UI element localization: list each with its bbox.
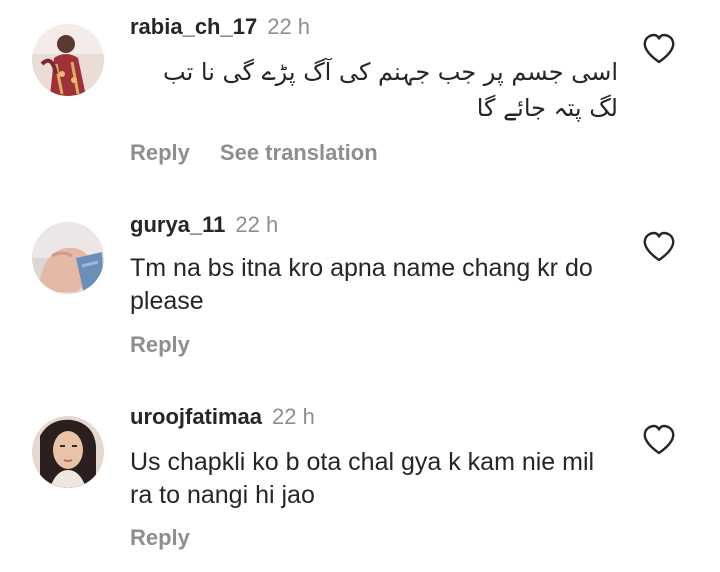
comment-item: uroojfatimaa 22 h Us chapkli ko b ota cha… [0,380,720,572]
like-button[interactable] [642,33,676,65]
timestamp: 22 h [272,404,315,429]
comment-header: gurya_11 22 h [130,212,278,238]
username[interactable]: uroojfatimaa [130,404,262,429]
heart-icon [643,231,675,262]
comment-item: gurya_11 22 h Tm na bs itna kro apna name… [0,190,720,380]
comment-text: اسی جسم پر جب جہنم کی آگ پڑے گی نا تب لگ… [163,58,618,122]
comment-actions: Reply See translation [130,140,378,166]
see-translation-button[interactable]: See translation [220,140,378,165]
avatar[interactable] [32,222,104,294]
reply-button[interactable]: Reply [130,525,190,550]
avatar-icon [32,222,104,294]
comment-text: Us chapkli ko b ota chal gya k kam nie m… [130,448,595,509]
reply-button[interactable]: Reply [130,332,190,357]
heart-icon [643,33,675,64]
avatar-icon [32,416,104,488]
like-button[interactable] [642,424,676,456]
comment-item: rabia_ch_17 22 h اسی جسم پر جب جہنم کی آگ… [0,0,720,190]
comment-header: rabia_ch_17 22 h [130,14,310,40]
username[interactable]: gurya_11 [130,212,225,237]
comment-actions: Reply [130,525,190,551]
timestamp: 22 h [267,14,311,39]
avatar-icon [32,24,104,96]
avatar[interactable] [32,24,104,96]
comment-actions: Reply [130,332,190,358]
comment-text: Tm na bs itna kro apna name chang kr do … [130,254,593,315]
username[interactable]: rabia_ch_17 [130,14,257,39]
timestamp: 22 h [235,212,279,237]
reply-button[interactable]: Reply [130,140,190,165]
avatar[interactable] [32,416,104,488]
like-button[interactable] [642,231,676,263]
comment-header: uroojfatimaa 22 h [130,404,315,430]
heart-icon [643,424,675,455]
